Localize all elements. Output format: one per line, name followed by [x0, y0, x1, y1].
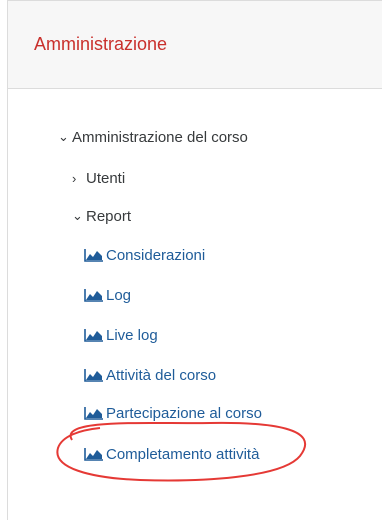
- report-chart-icon: [84, 289, 103, 302]
- chevron-right-icon[interactable]: ›: [72, 171, 86, 186]
- chevron-down-icon[interactable]: ⌄: [72, 208, 86, 224]
- report-link-course-participation[interactable]: Partecipazione al corso: [84, 403, 262, 423]
- report-link-log[interactable]: Log: [84, 285, 131, 305]
- report-link-course-activity[interactable]: Attività del corso: [84, 365, 216, 385]
- chevron-down-icon[interactable]: ⌄: [58, 129, 72, 145]
- report-link-label[interactable]: Log: [106, 287, 131, 304]
- tree-item-label[interactable]: Amministrazione del corso: [72, 129, 248, 146]
- report-chart-icon: [84, 329, 103, 342]
- panel-title: Amministrazione: [34, 34, 168, 54]
- report-link-label[interactable]: Completamento attività: [106, 446, 259, 463]
- tree-item-reports[interactable]: ⌄ Report: [72, 206, 131, 226]
- tree-item-course-administration[interactable]: ⌄ Amministrazione del corso: [58, 127, 248, 147]
- report-chart-icon: [84, 448, 103, 461]
- report-link-label[interactable]: Partecipazione al corso: [106, 405, 262, 422]
- report-chart-icon: [84, 249, 103, 262]
- tree-item-label[interactable]: Utenti: [86, 170, 125, 187]
- report-chart-icon: [84, 369, 103, 382]
- report-link-activity-completion[interactable]: Completamento attività: [84, 444, 259, 464]
- tree-item-label[interactable]: Report: [86, 208, 131, 225]
- panel-header: Amministrazione: [8, 1, 382, 89]
- report-chart-icon: [84, 407, 103, 420]
- report-link-label[interactable]: Attività del corso: [106, 367, 216, 384]
- report-link-label[interactable]: Live log: [106, 327, 158, 344]
- tree-item-users[interactable]: › Utenti: [72, 168, 125, 188]
- report-link-live-log[interactable]: Live log: [84, 325, 158, 345]
- report-link-label[interactable]: Considerazioni: [106, 247, 205, 264]
- report-link-considerazioni[interactable]: Considerazioni: [84, 245, 205, 265]
